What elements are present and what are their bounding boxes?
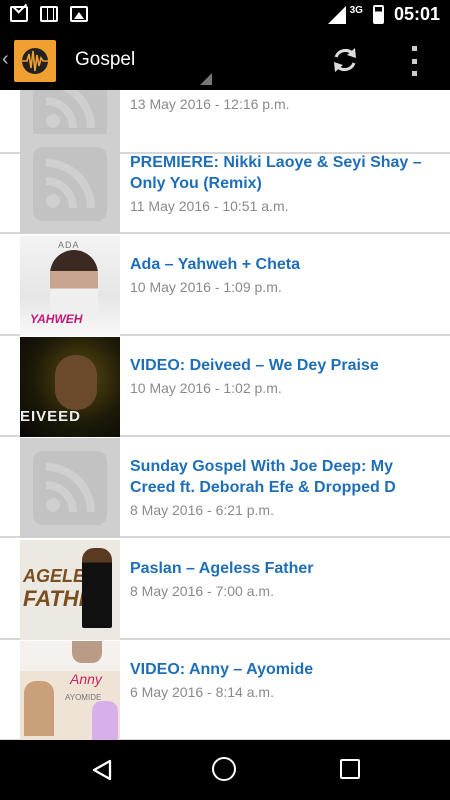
navigation-bar: [0, 740, 450, 800]
app-logo[interactable]: [14, 40, 56, 82]
post-text: 13 May 2016 - 12:16 p.m.: [130, 96, 435, 112]
rss-icon: [33, 451, 107, 525]
post-text: PREMIERE: Nikki Laoye & Seyi Shay – Only…: [130, 152, 435, 214]
signal-icon: [327, 5, 346, 24]
post-thumbnail: EIVEED: [20, 337, 120, 437]
artist-photo: [82, 548, 112, 628]
post-date: 10 May 2016 - 1:02 p.m.: [130, 380, 282, 396]
artist-photo: [24, 681, 54, 736]
grid-icon: [40, 6, 58, 22]
post-text: Sunday Gospel With Joe Deep: My Creed ft…: [130, 456, 435, 518]
clock: 05:01: [393, 4, 440, 24]
overflow-menu-icon[interactable]: [406, 46, 422, 76]
thumb-caption: YAHWEH: [30, 312, 83, 326]
post-date: 10 May 2016 - 1:09 p.m.: [130, 279, 282, 295]
thumb-caption: AYOMIDE: [65, 693, 102, 702]
post-title[interactable]: Ada – Yahweh + Cheta: [130, 254, 435, 275]
post-date: 11 May 2016 - 10:51 a.m.: [130, 198, 289, 214]
nav-back-icon[interactable]: [90, 758, 114, 782]
post-text: VIDEO: Deiveed – We Dey Praise 10 May 201…: [130, 355, 435, 396]
nav-recents-icon[interactable]: [340, 759, 360, 779]
dropdown-indicator-icon[interactable]: [200, 73, 212, 85]
list-item[interactable]: ADA YAHWEH Ada – Yahweh + Cheta 10 May 2016…: [0, 236, 450, 336]
network-type: 3G: [349, 5, 363, 16]
artist-photo: [55, 355, 97, 410]
artist-photo: [92, 701, 118, 740]
post-text: Paslan – Ageless Father 8 May 2016 - 7:00…: [130, 558, 435, 599]
post-text: VIDEO: Anny – Ayomide 6 May 2016 - 8:14 a…: [130, 659, 435, 700]
post-text: Ada – Yahweh + Cheta 10 May 2016 - 1:09 p…: [130, 254, 435, 295]
post-thumbnail: [20, 438, 120, 538]
post-date: 13 May 2016 - 12:16 p.m.: [130, 96, 290, 112]
category-title[interactable]: Gospel: [75, 49, 135, 71]
image-icon: [70, 6, 88, 22]
post-thumbnail: Anny AYOMIDE: [20, 641, 120, 740]
post-thumbnail: [20, 134, 120, 234]
post-thumbnail: AGELESS FATHER: [20, 540, 120, 640]
post-title[interactable]: PREMIERE: Nikki Laoye & Seyi Shay – Only…: [130, 152, 435, 194]
mail-icon: [10, 6, 28, 22]
thumb-caption: EIVEED: [20, 408, 82, 425]
back-icon[interactable]: ‹: [2, 48, 9, 71]
post-title[interactable]: Sunday Gospel With Joe Deep: My Creed ft…: [130, 456, 435, 498]
post-title[interactable]: VIDEO: Anny – Ayomide: [130, 659, 435, 680]
action-bar: ‹ Gospel: [0, 32, 450, 90]
refresh-icon[interactable]: [330, 45, 360, 75]
post-date: 8 May 2016 - 6:21 p.m.: [130, 502, 274, 518]
post-title[interactable]: VIDEO: Deiveed – We Dey Praise: [130, 355, 435, 376]
list-item[interactable]: AGELESS FATHER Paslan – Ageless Father 8 Ma…: [0, 540, 450, 640]
system-icons: 3G 05:01: [327, 4, 440, 25]
list-item[interactable]: Sunday Gospel With Joe Deep: My Creed ft…: [0, 438, 450, 538]
post-list[interactable]: 13 May 2016 - 12:16 p.m. PREMIERE: Nikki …: [0, 90, 450, 740]
nav-home-icon[interactable]: [212, 757, 236, 781]
post-thumbnail: ADA YAHWEH: [20, 236, 120, 336]
battery-icon: [372, 5, 384, 24]
status-bar: 3G 05:01: [0, 0, 450, 32]
notification-icons: [10, 6, 88, 22]
rss-icon: [33, 147, 107, 221]
post-date: 8 May 2016 - 7:00 a.m.: [130, 583, 274, 599]
thumb-caption: ADA: [58, 240, 80, 250]
list-item[interactable]: PREMIERE: Nikki Laoye & Seyi Shay – Only…: [0, 134, 450, 234]
artist-photo: [50, 250, 98, 320]
list-item[interactable]: EIVEED VIDEO: Deiveed – We Dey Praise 10 M…: [0, 337, 450, 437]
post-date: 6 May 2016 - 8:14 a.m.: [130, 684, 274, 700]
thumb-caption: Anny: [70, 671, 102, 687]
list-item[interactable]: Anny AYOMIDE VIDEO: Anny – Ayomide 6 May 20…: [0, 641, 450, 740]
artist-photo: [72, 641, 102, 663]
sound-wave-icon: [22, 48, 48, 74]
post-title[interactable]: Paslan – Ageless Father: [130, 558, 435, 579]
